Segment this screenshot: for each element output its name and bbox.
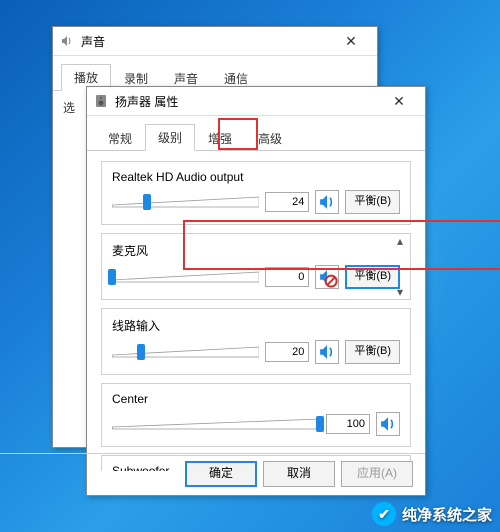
properties-tabs: 常规 级别 增强 高级	[87, 116, 425, 151]
dialog-buttons: 确定 取消 应用(A)	[185, 453, 413, 487]
level-label: Realtek HD Audio output	[112, 170, 400, 184]
level-group: 线路输入 20 平衡(B)	[101, 308, 411, 375]
scroll-down-icon[interactable]: ▾	[392, 285, 408, 299]
speaker-properties-window: 扬声器 属性 ✕ 常规 级别 增强 高级 Realtek HD Audio ou…	[86, 86, 426, 496]
slider-row: 0平衡(B)	[112, 265, 400, 289]
slider-thumb[interactable]	[137, 344, 145, 360]
watermark-logo-icon: ✔	[372, 502, 396, 526]
volume-value[interactable]: 0	[265, 267, 309, 287]
volume-value[interactable]: 20	[265, 342, 309, 362]
close-icon[interactable]: ✕	[331, 27, 371, 55]
tab-advanced[interactable]: 高级	[245, 125, 295, 151]
level-label: 麦克风	[112, 242, 400, 259]
slider-thumb[interactable]	[143, 194, 151, 210]
watermark-text: 纯净系统之家	[402, 504, 492, 525]
slider-thumb[interactable]	[108, 269, 116, 285]
slider-thumb[interactable]	[316, 416, 324, 432]
watermark: ✔ 纯净系统之家	[372, 502, 492, 526]
scroll-up-icon[interactable]: ▴	[392, 234, 408, 248]
tab-levels[interactable]: 级别	[145, 124, 195, 151]
volume-value[interactable]: 24	[265, 192, 309, 212]
balance-button[interactable]: 平衡(B)	[345, 340, 400, 364]
volume-slider[interactable]	[112, 192, 259, 212]
speaker-icon[interactable]	[315, 190, 339, 214]
speaker-icon[interactable]	[376, 412, 400, 436]
speaker-device-icon	[93, 93, 109, 109]
levels-panel: Realtek HD Audio output24平衡(B)麦克风0平衡(B)▴…	[87, 151, 425, 471]
mute-icon[interactable]	[315, 265, 339, 289]
tab-general[interactable]: 常规	[95, 125, 145, 151]
volume-value[interactable]: 100	[326, 414, 370, 434]
volume-slider[interactable]	[112, 342, 259, 362]
balance-button[interactable]: 平衡(B)	[345, 190, 400, 214]
properties-title: 扬声器 属性	[115, 93, 379, 110]
level-group: 麦克风 0平衡(B) ▴ ▾	[101, 233, 411, 300]
apply-button[interactable]: 应用(A)	[341, 461, 413, 487]
desktop: 声音 ✕ 播放 录制 声音 通信 选 扬声器 属性 ✕ 常规 级别 增强 高级	[0, 0, 500, 532]
ok-button[interactable]: 确定	[185, 461, 257, 487]
tab-enhance[interactable]: 增强	[195, 125, 245, 151]
volume-slider[interactable]	[112, 267, 259, 287]
speaker-icon	[59, 33, 75, 49]
speaker-icon[interactable]	[315, 340, 339, 364]
cancel-button[interactable]: 取消	[263, 461, 335, 487]
slider-row: 20 平衡(B)	[112, 340, 400, 364]
slider-row: 24 平衡(B)	[112, 190, 400, 214]
slider-row: 100	[112, 412, 400, 436]
level-label: Center	[112, 392, 400, 406]
properties-titlebar[interactable]: 扬声器 属性 ✕	[87, 87, 425, 116]
sound-title: 声音	[81, 33, 331, 50]
close-icon[interactable]: ✕	[379, 87, 419, 115]
level-group: Center 100	[101, 383, 411, 447]
level-group: Realtek HD Audio output 24 平衡(B)	[101, 161, 411, 225]
level-label: 线路输入	[112, 317, 400, 334]
sound-titlebar[interactable]: 声音 ✕	[53, 27, 377, 56]
volume-slider[interactable]	[112, 414, 320, 434]
